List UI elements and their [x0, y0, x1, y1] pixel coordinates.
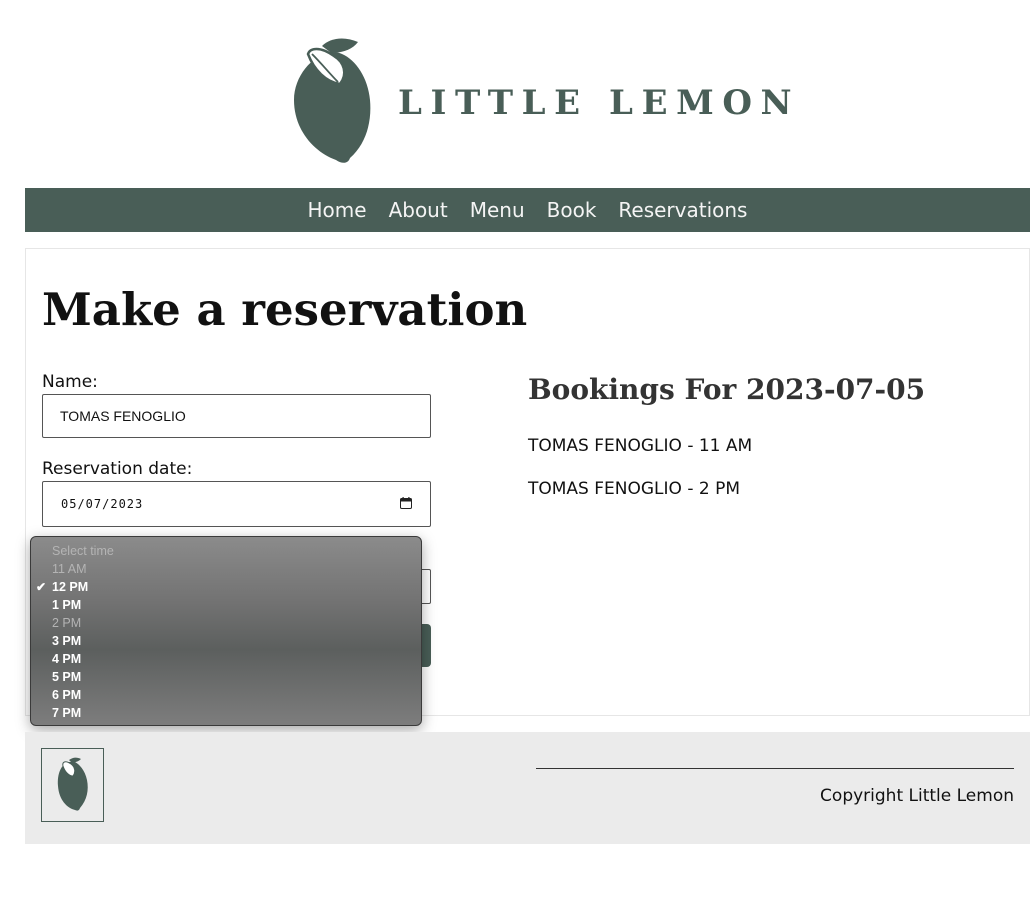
- time-option-label: 7 PM: [52, 706, 82, 720]
- time-option-label: Select time: [52, 544, 114, 558]
- time-option[interactable]: ✔ 12 PM: [31, 578, 421, 596]
- footer-divider: [536, 768, 1014, 769]
- copyright-text: Copyright Little Lemon: [820, 786, 1014, 806]
- time-option-label: 1 PM: [52, 598, 82, 612]
- checkmark-icon: ✔: [36, 580, 47, 594]
- date-value: 05/07/2023: [61, 497, 144, 511]
- page-title: Make a reservation: [42, 283, 528, 336]
- time-option: 11 AM: [31, 560, 421, 578]
- time-option[interactable]: 4 PM: [31, 650, 421, 668]
- date-label: Reservation date:: [42, 459, 193, 479]
- nav-home[interactable]: Home: [308, 198, 367, 222]
- time-option[interactable]: 6 PM: [31, 686, 421, 704]
- date-input[interactable]: 05/07/2023: [42, 481, 431, 527]
- time-option[interactable]: 7 PM: [31, 704, 421, 722]
- name-input[interactable]: TOMAS FENOGLIO: [42, 394, 431, 438]
- nav-book[interactable]: Book: [547, 198, 597, 222]
- site-header: LITTLE LEMON: [0, 0, 1036, 188]
- nav-about[interactable]: About: [389, 198, 448, 222]
- time-option-label: 3 PM: [52, 634, 82, 648]
- time-option[interactable]: 5 PM: [31, 668, 421, 686]
- time-option-label: 5 PM: [52, 670, 82, 684]
- time-dropdown-menu[interactable]: Select time 11 AM ✔ 12 PM 1 PM 2 PM 3 PM 4 PM 5 …: [30, 536, 422, 726]
- site-footer: Copyright Little Lemon: [25, 732, 1030, 844]
- time-option-label: 11 AM: [52, 562, 87, 576]
- time-option[interactable]: 1 PM: [31, 596, 421, 614]
- booking-item: TOMAS FENOGLIO - 11 AM: [528, 436, 753, 456]
- time-option-label: 4 PM: [52, 652, 82, 666]
- nav-menu[interactable]: Menu: [470, 198, 525, 222]
- time-option-label: 6 PM: [52, 688, 82, 702]
- nav-reservations[interactable]: Reservations: [618, 198, 747, 222]
- calendar-icon[interactable]: [400, 497, 412, 509]
- booking-item: TOMAS FENOGLIO - 2 PM: [528, 479, 740, 499]
- time-option[interactable]: 3 PM: [31, 632, 421, 650]
- lemon-logo-icon[interactable]: [290, 34, 374, 166]
- time-option-label: 12 PM: [52, 580, 89, 594]
- bookings-title: Bookings For 2023-07-05: [528, 373, 926, 406]
- brand-name: LITTLE LEMON: [398, 83, 801, 123]
- time-option: 2 PM: [31, 614, 421, 632]
- name-label: Name:: [42, 372, 98, 392]
- main-nav: Home About Menu Book Reservations: [25, 188, 1030, 232]
- time-option: Select time: [31, 542, 421, 560]
- time-option-label: 2 PM: [52, 616, 82, 630]
- footer-logo-icon[interactable]: [41, 748, 104, 822]
